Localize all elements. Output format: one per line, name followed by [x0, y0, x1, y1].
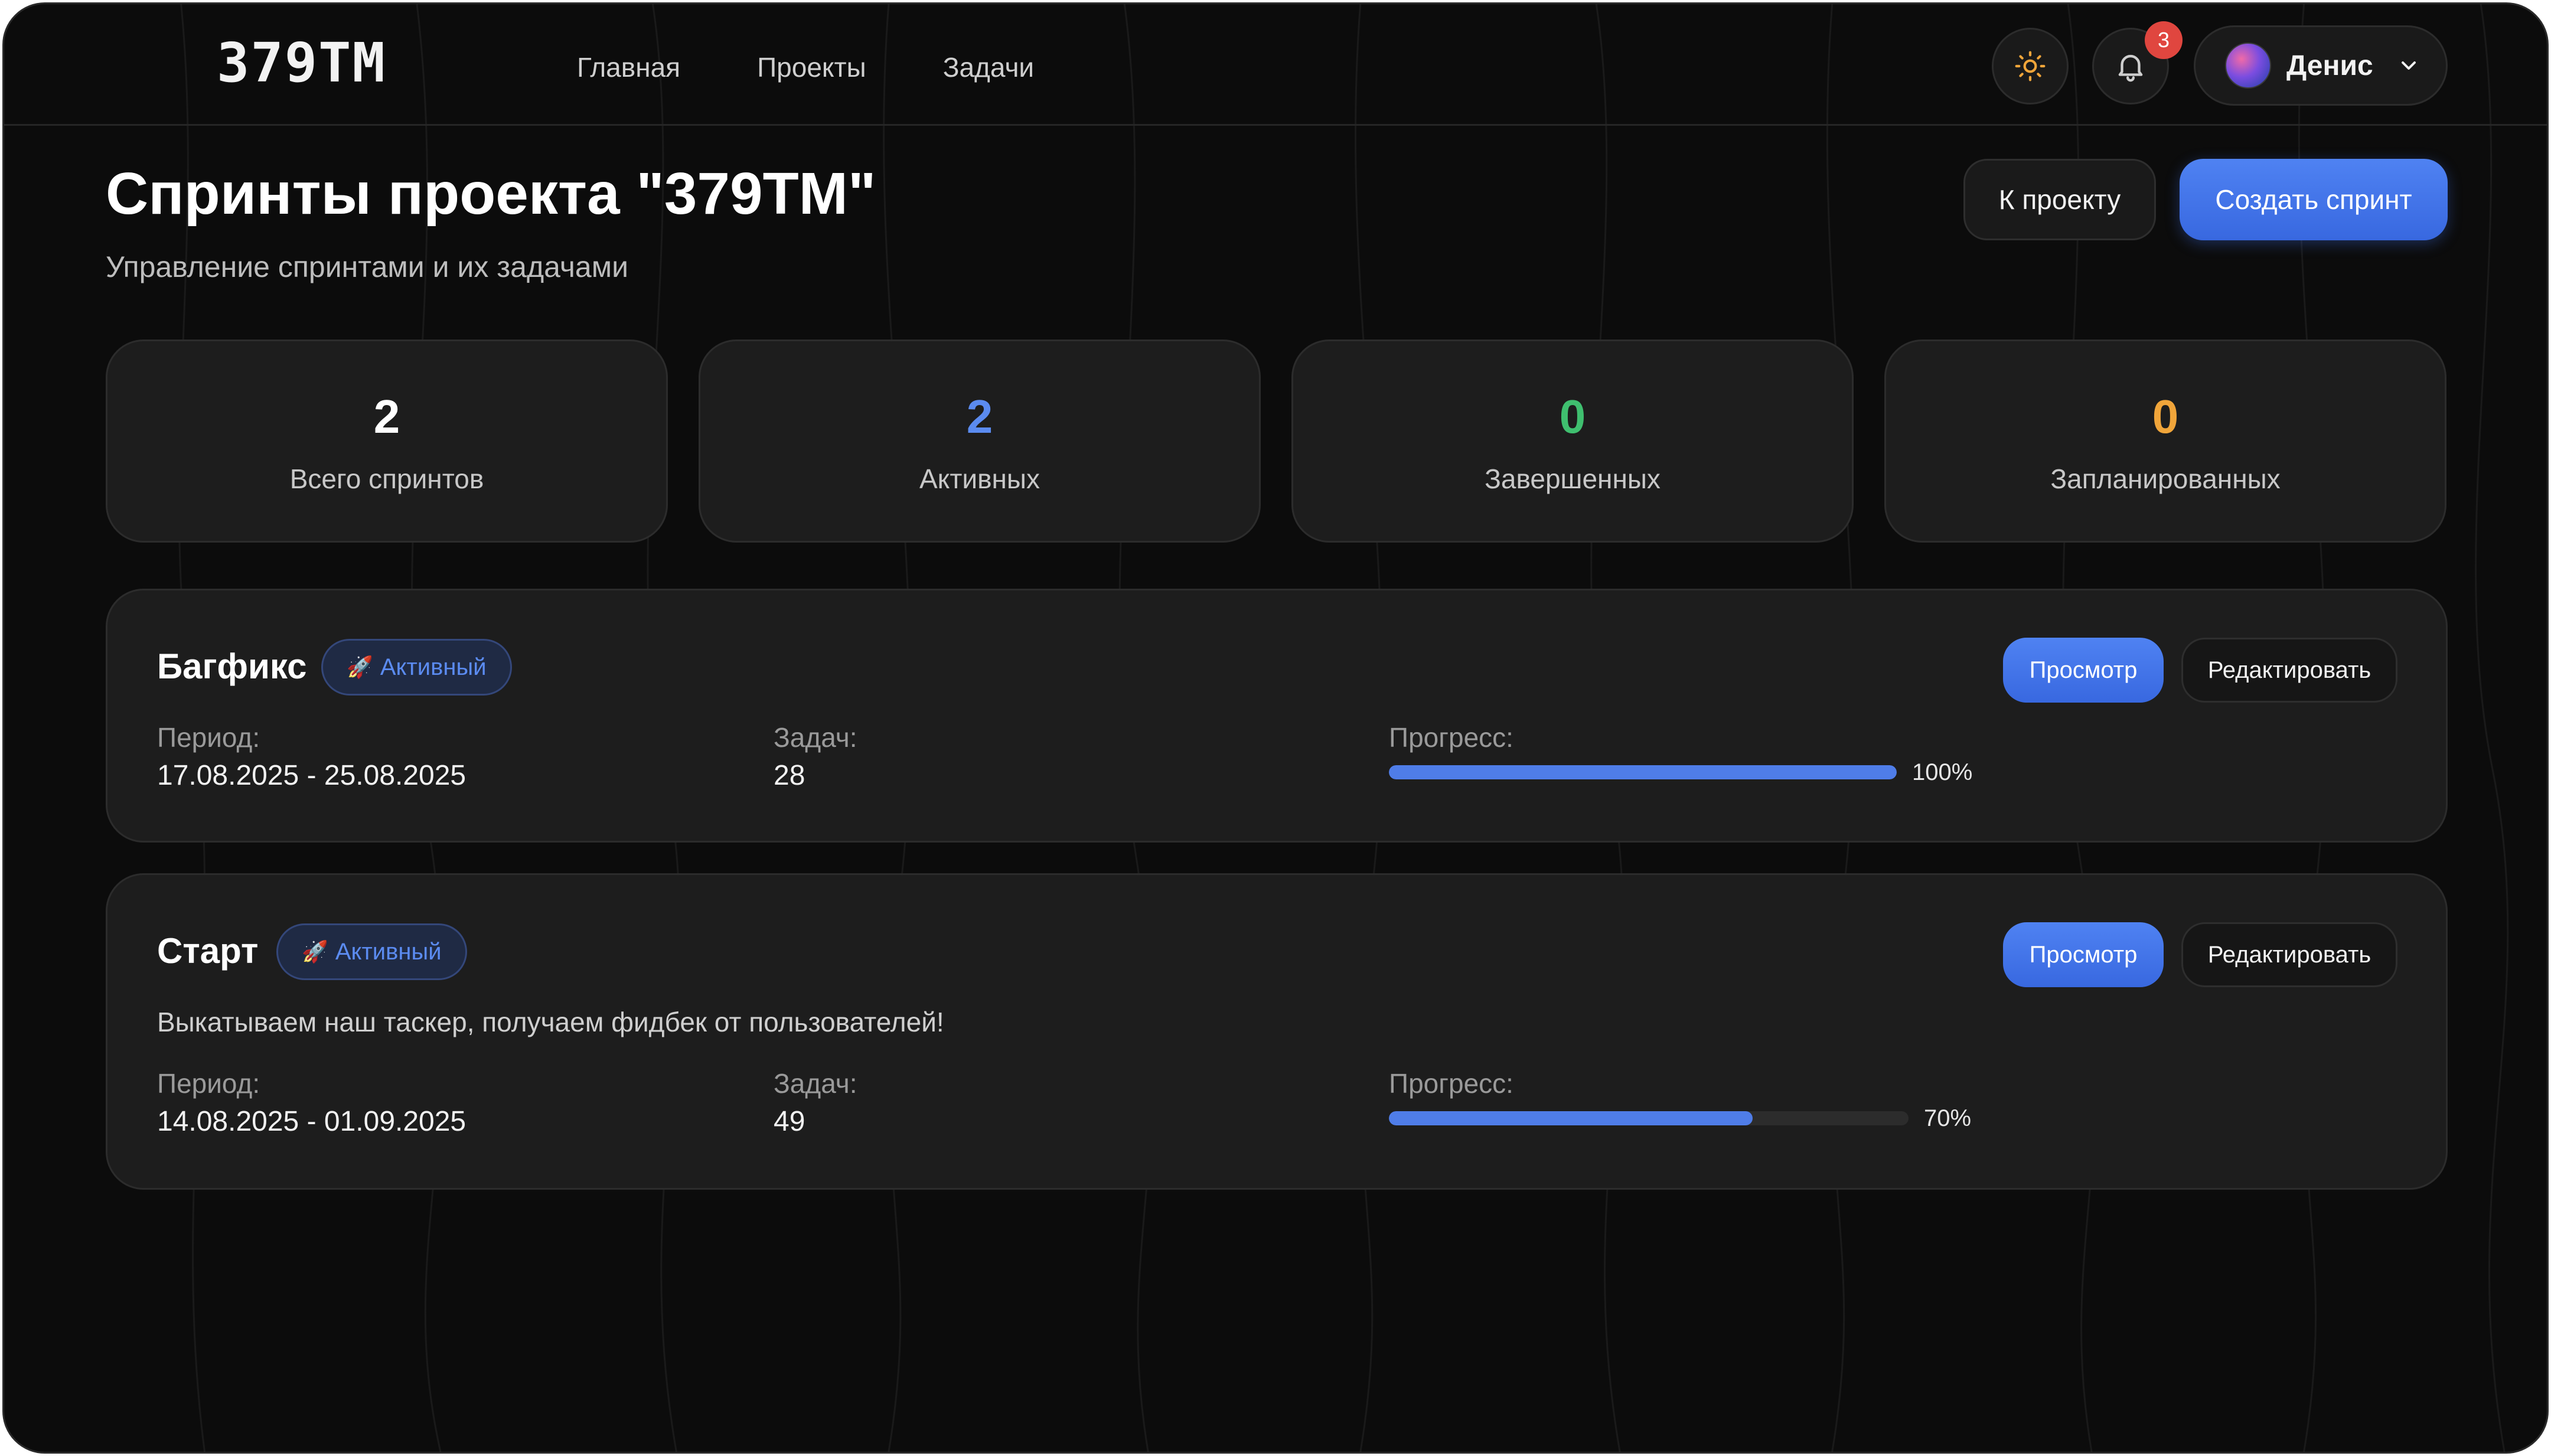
stat-value: 0 [2152, 390, 2179, 443]
view-sprint-button[interactable]: Просмотр [2003, 638, 2164, 703]
progress-label: Прогресс: [1389, 722, 1513, 753]
page-subtitle: Управление спринтами и их задачами [106, 250, 629, 283]
logo[interactable]: 379TM [217, 31, 386, 94]
nav-home[interactable]: Главная [577, 47, 680, 88]
user-menu-button[interactable]: Денис [2194, 25, 2448, 106]
view-sprint-button[interactable]: Просмотр [2003, 922, 2164, 987]
progress-label: Прогресс: [1389, 1068, 1513, 1099]
period-label: Период: [157, 1068, 260, 1099]
stat-label: Активных [919, 463, 1040, 494]
user-name: Денис [2286, 50, 2373, 81]
period-value: 14.08.2025 - 01.09.2025 [157, 1106, 467, 1137]
edit-sprint-button[interactable]: Редактировать [2181, 638, 2397, 703]
stat-card-planned: 0 Запланированных [1884, 339, 2446, 543]
progress-bar [1389, 765, 1897, 779]
stat-label: Завершенных [1485, 463, 1661, 494]
progress-fill [1389, 765, 1897, 779]
sprint-card: Багфикс 🚀 Активный Просмотр Редактироват… [106, 589, 2448, 843]
create-sprint-button[interactable]: Создать спринт [2180, 159, 2448, 240]
sprint-card: Старт 🚀 Активный Просмотр Редактировать … [106, 873, 2448, 1190]
sprint-name[interactable]: Багфикс [157, 646, 306, 687]
stat-value: 0 [1559, 390, 1586, 443]
avatar [2225, 43, 2271, 89]
stat-value: 2 [373, 390, 400, 443]
bell-icon [2118, 54, 2143, 82]
period-value: 17.08.2025 - 25.08.2025 [157, 760, 467, 791]
stat-value: 2 [966, 390, 993, 443]
notifications-button[interactable]: 3 [2092, 21, 2183, 105]
rocket-icon: 🚀 [302, 939, 328, 964]
chevron-down-icon [2401, 61, 2416, 70]
sun-icon [2015, 51, 2046, 81]
stat-label: Запланированных [2050, 463, 2281, 494]
progress-bar [1389, 1111, 1909, 1125]
stat-label: Всего спринтов [289, 463, 484, 494]
page-title: Спринты проекта "379TM" [106, 161, 876, 227]
tasks-label: Задач: [774, 722, 857, 753]
tasks-label: Задач: [774, 1068, 857, 1099]
stat-card-completed: 0 Завершенных [1291, 339, 1854, 543]
tasks-count: 28 [774, 760, 805, 791]
progress-percent: 100% [1912, 759, 1973, 785]
status-badge: 🚀 Активный [276, 923, 467, 980]
progress-fill [1389, 1111, 1753, 1125]
sprint-description: Выкатываем наш таскер, получаем фидбек о… [157, 1007, 944, 1037]
status-text: Активный [380, 654, 487, 680]
theme-toggle-button[interactable] [1992, 28, 2069, 105]
main-nav: Главная Проекты Задачи [577, 47, 1111, 88]
app-window: 379TM Главная Проекты Задачи 3 Денис Спр… [2, 2, 2549, 1454]
top-navbar: 379TM Главная Проекты Задачи 3 Денис [4, 4, 2547, 126]
back-to-project-button[interactable]: К проекту [1963, 159, 2156, 240]
notification-count-badge: 3 [2145, 21, 2183, 59]
status-text: Активный [335, 938, 442, 965]
edit-sprint-button[interactable]: Редактировать [2181, 922, 2397, 987]
sprint-name[interactable]: Старт [157, 931, 258, 971]
tasks-count: 49 [774, 1106, 805, 1137]
rocket-icon: 🚀 [347, 655, 373, 679]
progress-percent: 70% [1924, 1105, 1972, 1131]
nav-projects[interactable]: Проекты [757, 47, 866, 88]
status-badge: 🚀 Активный [321, 639, 512, 696]
stat-card-total: 2 Всего спринтов [106, 339, 668, 543]
nav-tasks[interactable]: Задачи [943, 47, 1034, 88]
period-label: Период: [157, 722, 260, 753]
stat-card-active: 2 Активных [699, 339, 1261, 543]
